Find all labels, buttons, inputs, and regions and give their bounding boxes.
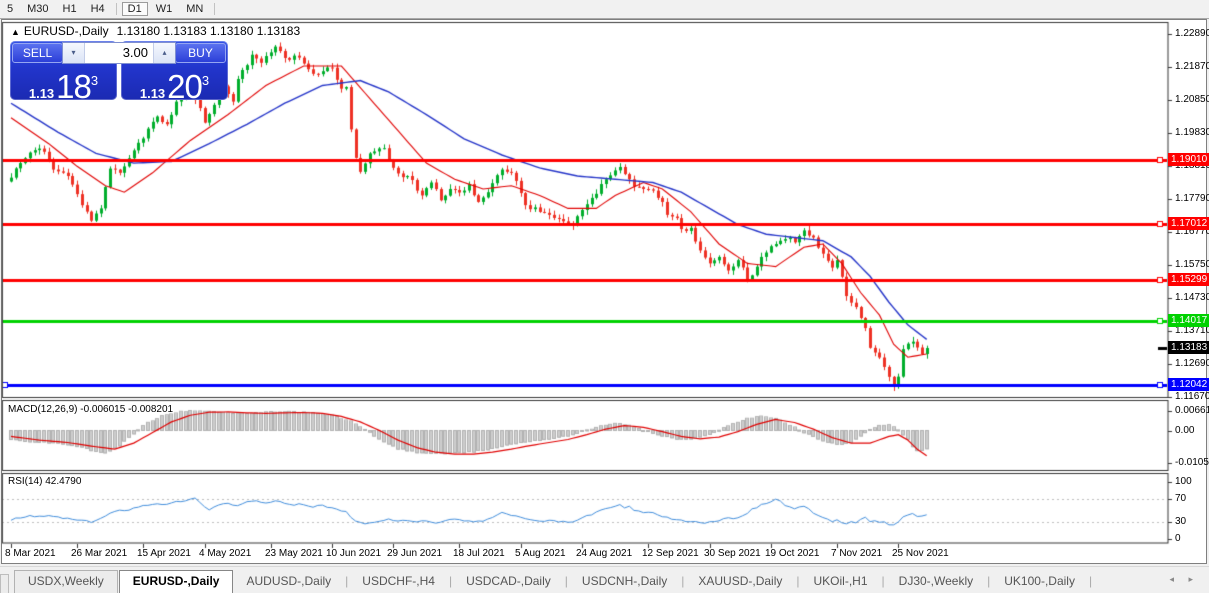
toolbar-separator: [214, 3, 215, 15]
tab-stub: [0, 574, 9, 593]
chart-tab-dj30-[interactable]: DJ30-,Weekly: [886, 571, 986, 593]
sell-price-pip: 3: [91, 73, 98, 88]
chart-tab-xauusd-[interactable]: XAUUSD-,Daily: [685, 571, 795, 593]
chart-tab-usdx[interactable]: USDX,Weekly: [14, 570, 118, 593]
chart-tab-bar: USDX,WeeklyEURUSD-,DailyAUDUSD-,Daily | US…: [0, 566, 1209, 593]
chart-tab-uk100-[interactable]: UK100-,Daily: [991, 571, 1088, 593]
buy-price-big: 20: [167, 68, 202, 105]
timeframe-toolbar: 5M30H1H4 D1W1MN: [0, 0, 1209, 19]
macd-indicator-label: MACD(12,26,9) -0.006015 -0.008201: [8, 404, 173, 415]
chart-tab-ukoil-[interactable]: UKOil-,H1: [801, 571, 881, 593]
chart-tab-usdchf-[interactable]: USDCHF-,H4: [349, 571, 448, 593]
buy-button[interactable]: BUY: [175, 43, 226, 63]
chart-title-quote: 1.13180 1.13183 1.13180 1.13183: [117, 24, 301, 38]
chart-tab-audusd-[interactable]: AUDUSD-,Daily: [233, 571, 344, 593]
timeframe-button-W1[interactable]: W1: [150, 2, 179, 16]
chart-title: ▲ EURUSD-,Daily 1.13180 1.13183 1.13180 1.…: [11, 24, 300, 38]
volume-input[interactable]: 3.00: [85, 43, 153, 63]
chart-tab-eurusd-[interactable]: EURUSD-,Daily: [119, 570, 234, 593]
timeframe-button-D1[interactable]: D1: [122, 2, 148, 16]
tab-separator: |: [1088, 574, 1093, 593]
toolbar-separator: [116, 3, 117, 15]
timeframe-button-H4[interactable]: H4: [85, 2, 111, 16]
sell-price: 1.13183: [10, 62, 117, 99]
buy-price: 1.13203: [121, 62, 228, 99]
buy-price-pip: 3: [202, 73, 209, 88]
volume-decrease-button[interactable]: ▾: [63, 43, 85, 63]
sell-price-small: 1.13: [29, 86, 54, 101]
timeframe-button-H1[interactable]: H1: [57, 2, 83, 16]
chart-tab-usdcnh-[interactable]: USDCNH-,Daily: [569, 571, 680, 593]
volume-increase-button[interactable]: ▴: [153, 43, 175, 63]
one-click-trading-panel: 1.13183 1.13203 SELL BUY ▾ 3.00 ▴: [10, 41, 228, 100]
tab-scroll-arrows[interactable]: ◂ ▸: [1169, 574, 1199, 585]
collapse-arrow-icon[interactable]: ▲: [11, 27, 20, 37]
rsi-indicator-label: RSI(14) 42.4790: [8, 476, 81, 487]
chart-title-symbol: EURUSD-,Daily: [24, 24, 109, 38]
sell-button[interactable]: SELL: [12, 43, 63, 63]
mt-terminal-window: { "toolbar": { "timeframes": ["5","M30",…: [0, 0, 1209, 592]
volume-spinner: ▾ 3.00 ▴: [62, 42, 176, 64]
chart-tab-usdcad-[interactable]: USDCAD-,Daily: [453, 571, 564, 593]
buy-price-small: 1.13: [140, 86, 165, 101]
timeframe-button-M30[interactable]: M30: [21, 2, 54, 16]
sell-price-big: 18: [56, 68, 91, 105]
timeframe-button-MN[interactable]: MN: [180, 2, 209, 16]
timeframe-button-5[interactable]: 5: [1, 2, 19, 16]
